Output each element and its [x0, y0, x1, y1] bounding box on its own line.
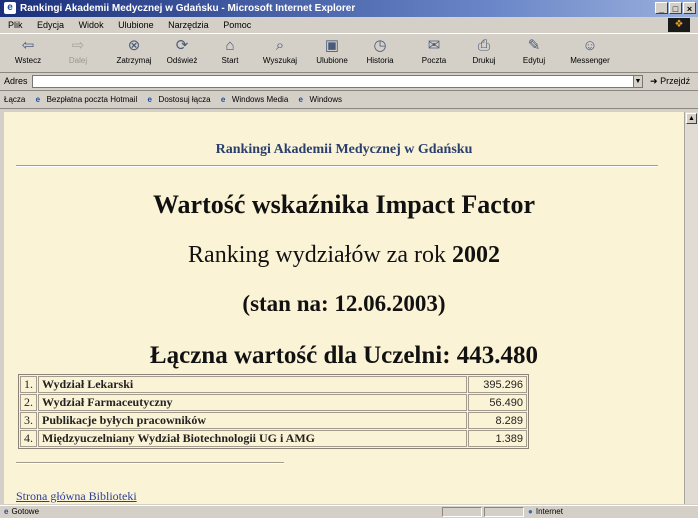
- messenger-button[interactable]: ☺ Messenger: [568, 36, 612, 72]
- faculty-value: 56.490: [468, 394, 527, 411]
- row-number: 1.: [20, 376, 37, 393]
- divider-top: [16, 165, 658, 167]
- ranking-year: 2002: [451, 242, 500, 268]
- table-row: 4. Międzyuczelniany Wydział Biotechnolog…: [20, 430, 527, 447]
- faculty-value: 1.389: [468, 430, 527, 447]
- stop-icon: ⊗: [127, 37, 141, 54]
- search-button[interactable]: ⌕ Wyszukaj: [258, 36, 302, 72]
- home-icon: ⌂: [225, 37, 235, 54]
- menu-view[interactable]: Widok: [79, 20, 104, 30]
- go-button[interactable]: ➜ Przejdź: [650, 76, 690, 87]
- scroll-up-icon[interactable]: ▲: [686, 113, 697, 124]
- window-title: Rankingi Akademii Medycznej w Gdańsku - …: [20, 3, 356, 14]
- links-label: Łącza: [4, 95, 26, 104]
- faculty-value: 8.289: [468, 412, 527, 429]
- home-button[interactable]: ⌂ Start: [208, 36, 252, 72]
- back-arrow-icon: ⇦: [21, 37, 35, 54]
- edit-icon: ✎: [527, 37, 541, 54]
- table-row: 3. Publikacje byłych pracowników 8.289: [20, 412, 527, 429]
- row-number: 2.: [20, 394, 37, 411]
- favorites-button[interactable]: ▣ Ulubione: [310, 36, 354, 72]
- menu-tools[interactable]: Narzędzia: [168, 20, 209, 30]
- maximize-button[interactable]: □: [669, 2, 682, 14]
- edit-button[interactable]: ✎ Edytuj: [512, 36, 556, 72]
- refresh-icon: ⟳: [175, 37, 189, 54]
- windows-logo-icon: ❖: [668, 18, 690, 32]
- status-text: Gotowe: [4, 506, 39, 518]
- forward-button[interactable]: ⇨ Dalej: [56, 36, 100, 72]
- back-button[interactable]: ⇦ Wstecz: [6, 36, 50, 72]
- toolbar: ⇦ Wstecz ⇨ Dalej ⊗ Zatrzymaj ⟳ Odśwież ⌂ Star…: [0, 33, 698, 73]
- faculty-name: Międzyuczelniany Wydział Biotechnologii …: [38, 430, 467, 447]
- link-customize[interactable]: Dostosuj łącza: [148, 95, 211, 104]
- menu-favorites[interactable]: Ulubione: [118, 20, 154, 30]
- title-bar: e Rankingi Akademii Medycznej w Gdańsku …: [0, 0, 698, 17]
- table-row: 1. Wydział Lekarski 395.296: [20, 376, 527, 393]
- messenger-icon: ☺: [582, 37, 598, 54]
- mail-icon: ✉: [427, 37, 441, 54]
- history-icon: ◷: [373, 37, 387, 54]
- forward-arrow-icon: ⇨: [71, 37, 85, 54]
- ie-logo-icon: e: [4, 2, 16, 14]
- print-icon: ⎙: [477, 37, 490, 54]
- faculty-ranking-table: 1. Wydział Lekarski 395.296 2. Wydział F…: [18, 374, 529, 449]
- faculty-name: Wydział Lekarski: [38, 376, 467, 393]
- browser-window: e Rankingi Akademii Medycznej w Gdańsku …: [0, 0, 698, 518]
- refresh-button[interactable]: ⟳ Odśwież: [160, 36, 204, 72]
- status-bar: Gotowe Internet: [0, 505, 698, 518]
- history-button[interactable]: ◷ Historia: [358, 36, 402, 72]
- university-total: Łączna wartość dla Uczelni: 443.480: [149, 342, 539, 369]
- print-button[interactable]: ⎙ Drukuj: [462, 36, 506, 72]
- divider-bottom: [16, 462, 284, 464]
- link-windows-media[interactable]: Windows Media: [221, 95, 288, 104]
- search-icon: ⌕: [275, 37, 285, 54]
- address-label: Adres: [4, 76, 28, 86]
- row-number: 4.: [20, 430, 37, 447]
- ranking-subtitle: Ranking wydziałów za rok 2002: [188, 242, 500, 268]
- address-bar: Adres ▼ ➜ Przejdź: [0, 73, 698, 91]
- faculty-value: 395.296: [468, 376, 527, 393]
- vertical-scrollbar[interactable]: ▲: [684, 112, 698, 504]
- status-panel: [484, 507, 524, 517]
- menu-bar: Plik Edycja Widok Ulubione Narzędzia Pom…: [0, 17, 698, 33]
- menu-help[interactable]: Pomoc: [223, 20, 251, 30]
- link-hotmail[interactable]: Bezpłatna poczta Hotmail: [36, 95, 138, 104]
- internet-zone-indicator: Internet: [528, 506, 563, 518]
- table-row: 2. Wydział Farmaceutyczny 56.490: [20, 394, 527, 411]
- menu-edit[interactable]: Edycja: [37, 20, 64, 30]
- impact-factor-title: Wartość wskaźnika Impact Factor: [152, 190, 535, 219]
- close-button[interactable]: ×: [683, 2, 696, 14]
- state-date: (stan na: 12.06.2003): [242, 291, 446, 316]
- page-header: Rankingi Akademii Medycznej w Gdańsku: [215, 142, 473, 157]
- page-content: Rankingi Akademii Medycznej w Gdańsku Wa…: [4, 112, 684, 504]
- address-dropdown-button[interactable]: ▼: [633, 75, 643, 88]
- mail-button[interactable]: ✉ Poczta: [412, 36, 456, 72]
- minimize-button[interactable]: _: [655, 2, 668, 14]
- address-input[interactable]: [32, 75, 640, 88]
- status-panel: [442, 507, 482, 517]
- link-windows[interactable]: Windows: [299, 95, 342, 104]
- library-home-link[interactable]: Strona główna Biblioteki: [16, 489, 137, 504]
- favorites-icon: ▣: [324, 37, 340, 54]
- menu-file[interactable]: Plik: [8, 20, 23, 30]
- stop-button[interactable]: ⊗ Zatrzymaj: [112, 36, 156, 72]
- links-bar: Łącza Bezpłatna poczta Hotmail Dostosuj …: [0, 91, 698, 109]
- faculty-name: Wydział Farmaceutyczny: [38, 394, 467, 411]
- faculty-name: Publikacje byłych pracowników: [38, 412, 467, 429]
- row-number: 3.: [20, 412, 37, 429]
- go-arrow-icon: ➜: [650, 76, 658, 86]
